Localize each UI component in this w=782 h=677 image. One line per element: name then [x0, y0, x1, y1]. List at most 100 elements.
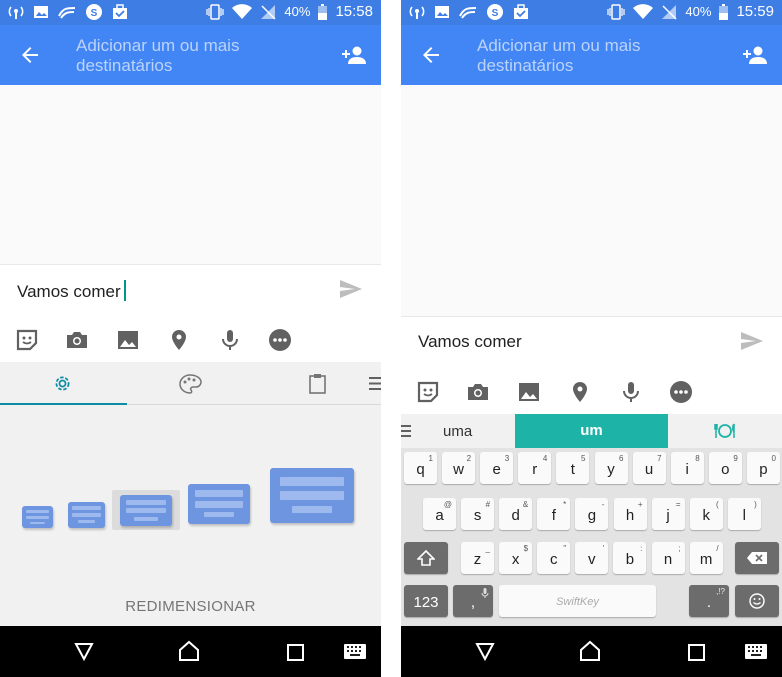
more-options-icon[interactable] [669, 380, 693, 404]
key-b[interactable]: :b [613, 542, 647, 574]
fork-knife-plate-emoji-icon[interactable] [714, 423, 736, 439]
space-key[interactable]: SwiftKey [499, 585, 656, 617]
theme-palette-icon[interactable] [178, 373, 202, 395]
message-input[interactable]: Vamos comer [418, 332, 522, 352]
more-options-icon[interactable] [268, 328, 292, 352]
back-nav-icon[interactable] [475, 641, 495, 661]
key-j[interactable]: = j [651, 498, 685, 530]
back-arrow-icon[interactable] [18, 43, 42, 67]
microphone-icon[interactable] [218, 328, 242, 352]
battery-icon [318, 3, 328, 20]
microphone-icon[interactable] [619, 380, 643, 404]
backspace-key[interactable] [735, 542, 779, 574]
key-t[interactable]: 5t [556, 452, 590, 484]
suggestion-bar: uma um [401, 414, 782, 448]
recipient-placeholder-line2: destinatários [477, 56, 574, 75]
message-composer[interactable]: Vamos comer [0, 264, 381, 314]
key-u[interactable]: 7u [632, 452, 666, 484]
back-arrow-icon[interactable] [419, 43, 443, 67]
suggestion-2-selected[interactable]: um [515, 414, 668, 448]
emoji-icon [749, 593, 765, 609]
camera-icon[interactable] [466, 380, 490, 404]
swiftkey-icon [459, 7, 477, 19]
signal-off-icon [261, 4, 276, 20]
key-y[interactable]: 6y [594, 452, 628, 484]
key-label: g [587, 507, 597, 524]
key-k[interactable]: (k [689, 498, 723, 530]
key-label: s [473, 507, 482, 524]
keyboard-size-xl[interactable] [270, 468, 354, 523]
key-q[interactable]: 1q [404, 452, 437, 484]
home-nav-icon[interactable] [178, 640, 200, 662]
message-composer[interactable]: Vamos comer [401, 316, 782, 366]
back-nav-icon[interactable] [74, 641, 94, 661]
key-i[interactable]: 8i [670, 452, 704, 484]
key-f[interactable]: * f [537, 498, 571, 530]
key-c[interactable]: " c [537, 542, 571, 574]
message-input[interactable]: Vamos comer [17, 280, 126, 302]
location-icon[interactable] [568, 380, 592, 404]
key-m[interactable]: / m [689, 542, 723, 574]
key-w[interactable]: 2w [442, 452, 476, 484]
keyboard-size-l[interactable] [188, 484, 250, 524]
add-person-icon[interactable] [742, 43, 768, 67]
conversation-area [0, 85, 381, 260]
left-phone-screen: S 40% 15:58 Adicionar um ou mais destina… [0, 0, 381, 677]
key-z[interactable]: _ z [461, 542, 494, 574]
clipboard-icon[interactable] [309, 373, 326, 394]
key-s[interactable]: # s [461, 498, 495, 530]
keyboard-size-xs[interactable] [22, 506, 53, 528]
battery-percentage: 40% [685, 4, 712, 19]
attachment-bar [0, 314, 381, 366]
key-r[interactable]: 4r [518, 452, 552, 484]
menu-icon[interactable] [369, 376, 381, 391]
recents-nav-icon[interactable] [287, 644, 304, 661]
key-g[interactable]: -g [575, 498, 609, 530]
location-icon[interactable] [167, 328, 191, 352]
period-key[interactable]: ,!?. [689, 585, 729, 617]
send-icon[interactable] [740, 331, 764, 351]
emoji-key[interactable] [735, 585, 779, 617]
recipient-field[interactable]: Adicionar um ou mais destinatários [76, 36, 316, 76]
key-o[interactable]: 9o [708, 452, 742, 484]
home-nav-icon[interactable] [579, 640, 601, 662]
keyboard-size-s[interactable] [68, 502, 105, 528]
key-label: k [702, 507, 710, 524]
key-h[interactable]: + h [613, 498, 647, 530]
comma-key[interactable]: , [453, 585, 493, 617]
key-n[interactable]: ; n [651, 542, 685, 574]
add-person-icon[interactable] [341, 43, 367, 67]
camera-icon[interactable] [65, 328, 89, 352]
keyboard-size-m[interactable] [120, 495, 172, 526]
key-label: e [492, 461, 501, 478]
settings-gear-icon[interactable] [52, 373, 73, 394]
recents-nav-icon[interactable] [688, 644, 705, 661]
briefcase-check-icon [113, 4, 127, 19]
attachment-bar [401, 366, 782, 418]
shift-key[interactable] [404, 542, 448, 574]
key-a[interactable]: @ a [423, 498, 456, 530]
sticker-icon[interactable] [416, 380, 440, 404]
key-v[interactable]: ' v [575, 542, 609, 574]
numbers-key-label: 123 [413, 594, 439, 611]
keyboard-switch-icon[interactable] [344, 644, 366, 659]
key-p[interactable]: 0p [746, 452, 780, 484]
key-label: d [511, 507, 520, 524]
key-l[interactable]: ) l [727, 498, 761, 530]
navigation-bar [401, 626, 782, 677]
numbers-key[interactable]: 123 [404, 585, 448, 617]
menu-icon[interactable] [401, 424, 411, 438]
image-icon[interactable] [517, 380, 541, 404]
recipient-field[interactable]: Adicionar um ou mais destinatários [477, 36, 717, 76]
key-label: b [625, 551, 635, 568]
key-x[interactable]: $ x [499, 542, 533, 574]
suggestion-1[interactable]: uma [443, 423, 472, 440]
key-e[interactable]: 3e [480, 452, 514, 484]
image-icon[interactable] [116, 328, 140, 352]
message-text: Vamos comer [17, 282, 121, 301]
keyboard-switch-icon[interactable] [745, 644, 767, 659]
key-label: a [435, 507, 444, 524]
send-icon[interactable] [339, 279, 363, 299]
sticker-icon[interactable] [15, 328, 39, 352]
key-d[interactable]: & d [499, 498, 533, 530]
